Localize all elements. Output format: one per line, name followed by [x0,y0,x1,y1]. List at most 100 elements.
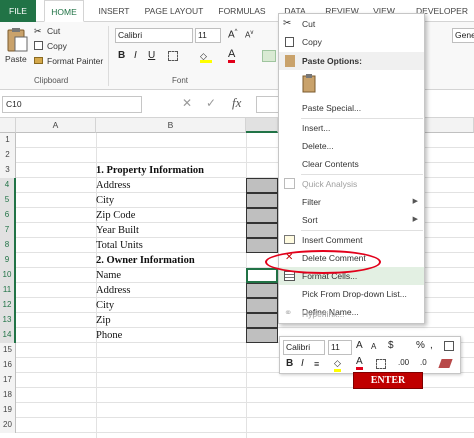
cell-b[interactable]: 1. Property Information [96,163,204,178]
cell-c[interactable] [246,208,278,223]
tab-formulas[interactable]: FORMULAS [214,0,270,22]
paste-button[interactable]: Paste [3,25,31,71]
cell-b[interactable]: Address [96,178,130,193]
cell-b[interactable]: Zip [96,313,111,328]
row-header[interactable]: 11 [0,283,16,298]
increase-font-icon[interactable]: A^ [228,29,238,40]
name-box[interactable]: C10 [2,96,142,113]
cell-b[interactable]: City [96,193,114,208]
cell-c[interactable] [246,268,278,283]
font-color-icon[interactable]: A [228,49,236,63]
tab-page-layout[interactable]: PAGE LAYOUT [140,0,208,22]
cell-c[interactable] [246,223,278,238]
row-header[interactable]: 13 [0,313,16,328]
row-header[interactable]: 12 [0,298,16,313]
accounting-format-icon[interactable]: $ [388,340,394,351]
row-header[interactable]: 20 [0,418,16,433]
row-header[interactable]: 7 [0,223,16,238]
row-header[interactable]: 3 [0,163,16,178]
align-icon[interactable] [262,50,276,62]
menu-item-paste-special[interactable]: Paste Special... [279,99,424,117]
row-header[interactable]: 16 [0,358,16,373]
menu-item-clear-contents[interactable]: Clear Contents [279,155,424,173]
formula-input[interactable] [256,96,280,113]
menu-item-copy[interactable]: Copy [279,33,424,51]
enter-button[interactable]: ENTER [353,372,423,389]
increase-decimal-icon[interactable]: .0 [420,358,427,367]
select-all-corner[interactable] [0,118,16,133]
column-header-right[interactable] [425,118,474,133]
borders-icon[interactable] [376,359,386,369]
paste-option-button[interactable] [302,74,320,96]
increase-font-icon[interactable]: A [356,340,363,351]
cell-c[interactable] [246,283,278,298]
bold-button[interactable]: B [286,358,293,369]
cell-b[interactable]: Zip Code [96,208,135,223]
row-header[interactable]: 8 [0,238,16,253]
format-painter-button[interactable]: Format Painter [47,56,103,66]
align-center-icon[interactable]: ≡ [314,359,319,369]
cell-c[interactable] [246,238,278,253]
menu-item-pick-from-list[interactable]: Pick From Drop-down List... [279,285,424,303]
percent-button[interactable]: % [416,340,425,351]
row-header[interactable]: 19 [0,403,16,418]
font-color-icon[interactable]: A [356,357,363,370]
underline-button[interactable]: U [148,50,155,61]
cell-c[interactable] [246,193,278,208]
cell-b[interactable]: 2. Owner Information [96,253,195,268]
fill-color-icon[interactable]: ◇ [200,51,212,63]
menu-item-cut[interactable]: ✂ Cut [279,15,424,33]
row-header[interactable]: 15 [0,343,16,358]
enter-check-icon[interactable]: ✓ [206,96,216,110]
cell-b[interactable]: Address [96,283,130,298]
cell-b[interactable]: Name [96,268,121,283]
row-header[interactable]: 1 [0,133,16,148]
borders-icon[interactable] [168,51,178,61]
bold-button[interactable]: B [118,50,125,61]
cancel-icon[interactable]: ✕ [182,96,192,110]
cell-b[interactable]: Year Built [96,223,139,238]
row-header[interactable]: 9 [0,253,16,268]
italic-button[interactable]: I [134,50,137,61]
column-header-c[interactable] [246,118,278,133]
row-header[interactable]: 17 [0,373,16,388]
menu-item-insert-comment[interactable]: Insert Comment [279,231,424,249]
menu-item-filter[interactable]: Filter ▶ [279,193,424,211]
row-header[interactable]: 10 [0,268,16,283]
menu-item-sort[interactable]: Sort ▶ [279,211,424,229]
copy-button[interactable]: Copy [47,41,67,51]
decrease-decimal-icon[interactable]: .00 [398,358,409,367]
row-header[interactable]: 6 [0,208,16,223]
cell-c[interactable] [246,178,278,193]
comma-style-icon[interactable]: , [430,340,433,351]
italic-button[interactable]: I [301,358,304,369]
tab-insert[interactable]: INSERT [92,0,136,22]
cell-c[interactable] [246,328,278,343]
fill-color-icon[interactable]: ◇ [334,358,341,372]
format-painter-icon[interactable] [444,341,454,351]
cell-c[interactable] [246,298,278,313]
fx-button[interactable]: fx [232,95,241,111]
mini-size-combo[interactable]: 11 [328,340,352,355]
column-header-a[interactable]: A [16,118,96,133]
menu-item-insert[interactable]: Insert... [279,119,424,137]
row-header[interactable]: 4 [0,178,16,193]
cut-button[interactable]: Cut [47,26,60,36]
eraser-icon[interactable] [438,359,453,368]
row-header[interactable]: 2 [0,148,16,163]
row-header[interactable]: 5 [0,193,16,208]
number-format-combo[interactable]: Gene [452,28,474,43]
row-header[interactable]: 18 [0,388,16,403]
font-name-combo[interactable]: Calibri [115,28,193,43]
cell-c[interactable] [246,313,278,328]
font-size-combo[interactable]: 11 [195,28,221,43]
decrease-font-icon[interactable]: Av [245,30,253,40]
decrease-font-icon[interactable]: A [371,342,376,351]
cell-b[interactable]: City [96,298,114,313]
cell-b[interactable]: Total Units [96,238,143,253]
tab-file[interactable]: FILE [0,0,36,22]
column-header-b[interactable]: B [96,118,246,133]
tab-home[interactable]: HOME [44,0,84,22]
cell-b[interactable]: Phone [96,328,122,343]
mini-font-combo[interactable]: Calibri [283,340,325,355]
